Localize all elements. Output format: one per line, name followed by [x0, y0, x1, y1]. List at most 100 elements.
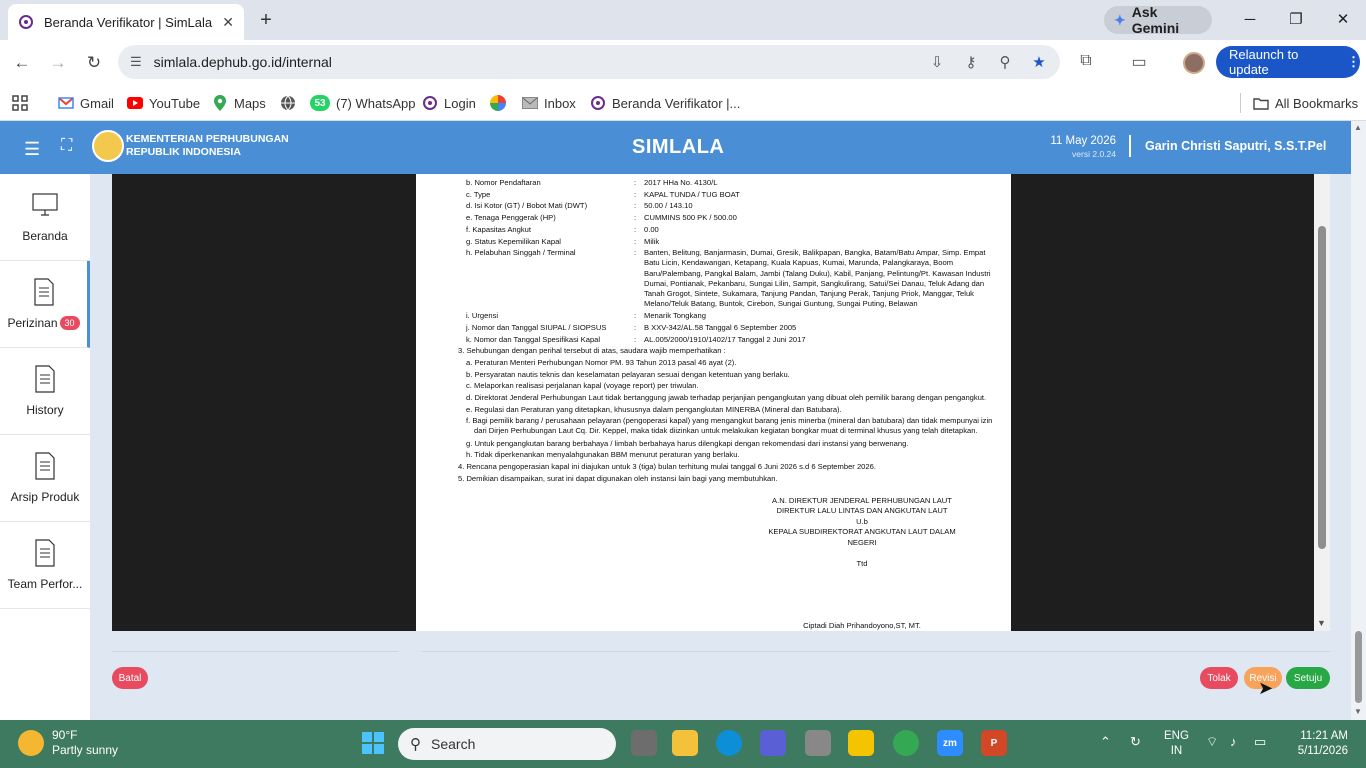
close-tab-icon[interactable]: ✕ [222, 14, 234, 31]
sidebar-item-team-performance[interactable]: Team Perfor... [0, 522, 90, 609]
site-info-icon[interactable]: ☰ [130, 54, 142, 70]
section-4: 4. Rencana pengoperasian kapal ini diaju… [458, 462, 876, 471]
bookmark-whatsapp[interactable]: 53 (7) WhatsApp [310, 93, 415, 113]
camera-icon[interactable] [805, 730, 831, 756]
user-name[interactable]: Garin Christi Saputri, S.S.T.Pel [1145, 139, 1326, 153]
header-date: 11 May 2026 [1050, 135, 1116, 147]
bookmark-login[interactable]: Login [422, 93, 476, 113]
weather-widget[interactable]: 90°F Partly sunny [18, 728, 118, 758]
field-colon: : [634, 213, 637, 222]
wifi-icon[interactable]: ⌔ [1206, 734, 1218, 750]
file-explorer-icon[interactable] [672, 730, 698, 756]
bookmark-maps[interactable]: Maps [212, 93, 266, 113]
batal-button[interactable]: Batal [112, 667, 148, 689]
field-value: 2017 HHa No. 4130/L [644, 178, 718, 187]
viewer-scrollbar[interactable]: ▼ [1314, 174, 1330, 631]
sidebar-item-perizinan[interactable]: Perizinan 30 [0, 261, 90, 348]
cast-icon[interactable]: ▭ [1128, 52, 1150, 72]
field-value: Banten, Belitung, Banjarmasin, Dumai, Gr… [644, 248, 991, 309]
ask-gemini-button[interactable]: ✦ Ask Gemini [1104, 4, 1212, 36]
sidebar-item-label: Perizinan 30 [7, 316, 80, 331]
bookmark-gmail[interactable]: Gmail [58, 93, 114, 113]
install-app-icon[interactable]: ⇩ [928, 53, 946, 71]
powerpoint-icon[interactable]: P [981, 730, 1007, 756]
password-key-icon[interactable]: ⚷ [962, 53, 980, 71]
back-arrow-icon[interactable]: ← [10, 51, 34, 75]
chrome-icon[interactable] [893, 730, 919, 756]
document-icon [33, 277, 54, 306]
zoom-icon[interactable]: ⚲ [996, 53, 1014, 71]
fullscreen-icon[interactable]: ⛶ [61, 137, 72, 155]
sidebar-item-arsip-produk[interactable]: Arsip Produk [0, 435, 90, 522]
bookmark-globe[interactable] [280, 93, 302, 113]
partly-sunny-icon [18, 730, 44, 756]
sidebar-item-label: Team Perfor... [7, 577, 83, 591]
field-colon: : [634, 323, 637, 332]
sticky-notes-icon[interactable] [848, 730, 874, 756]
pinwheel-icon [490, 95, 506, 111]
scroll-down-arrow-icon[interactable]: ▼ [1354, 707, 1362, 716]
zoom-app-icon[interactable]: zm [937, 730, 963, 756]
bookmark-pinwheel[interactable] [490, 93, 512, 113]
apps-grid-icon[interactable] [12, 93, 28, 113]
viewer-scroll-down-icon[interactable]: ▼ [1317, 618, 1326, 628]
sidebar-item-history[interactable]: History [0, 348, 90, 435]
scroll-up-arrow-icon[interactable]: ▲ [1354, 123, 1362, 132]
monitor-icon [32, 193, 58, 216]
obligation-item: a. Peraturan Menteri Perhubungan Nomor P… [466, 358, 737, 367]
task-view-icon[interactable] [631, 730, 657, 756]
all-bookmarks[interactable]: All Bookmarks [1240, 93, 1358, 113]
mouse-pointer-icon: ➤ [1258, 678, 1274, 698]
mail-envelope-icon [522, 95, 538, 111]
language-indicator[interactable]: ENG IN [1164, 729, 1189, 759]
address-bar[interactable]: ☰ simlala.dephub.go.id/internal ⇩ ⚷ ⚲ ★ [118, 45, 1060, 79]
field-key: i. Urgensi [466, 311, 499, 320]
setuju-button[interactable]: Setuju [1286, 667, 1330, 689]
action-bar: Batal Tolak Revisi Setuju [90, 631, 1351, 720]
url-text[interactable]: simlala.dephub.go.id/internal [154, 54, 912, 70]
gemini-star-icon: ✦ [1114, 11, 1126, 28]
sync-icon[interactable]: ↻ [1130, 734, 1141, 750]
taskbar: 90°F Partly sunny ⚲ Search zm P ⌃ ↻ ENG … [0, 720, 1366, 768]
tray-chevron-icon[interactable]: ⌃ [1100, 734, 1111, 750]
app-icon[interactable] [760, 730, 786, 756]
weather-condition: Partly sunny [52, 743, 119, 757]
volume-icon[interactable]: ♪ [1230, 734, 1237, 749]
browser-tab[interactable]: Beranda Verifikator | SimLala ✕ [8, 4, 244, 40]
field-key: j. Nomor dan Tanggal SIUPAL / SIOPSUS [466, 323, 607, 332]
windows-start-icon[interactable] [362, 732, 384, 754]
simlala-favicon-icon [18, 14, 34, 30]
field-value: AL.005/2000/1910/1402/17 Tanggal 2 Juni … [644, 335, 806, 344]
close-window-icon[interactable]: ✕ [1331, 8, 1355, 32]
bookmark-star-icon[interactable]: ★ [1030, 53, 1048, 71]
new-tab-button[interactable]: + [256, 9, 276, 32]
bookmark-youtube[interactable]: YouTube [127, 93, 200, 113]
bookmark-inbox[interactable]: Inbox [522, 93, 576, 113]
forward-arrow-icon[interactable]: → [46, 51, 70, 75]
field-key: d. Isi Kotor (GT) / Bobot Mati (DWT) [466, 201, 588, 210]
battery-icon[interactable]: ▭ [1254, 734, 1266, 750]
divider-line [112, 651, 398, 652]
taskbar-clock[interactable]: 11:21 AM 5/11/2026 [1288, 729, 1348, 759]
field-value: B XXV-342/AL.58 Tanggal 6 September 2005 [644, 323, 797, 332]
youtube-icon [127, 95, 143, 111]
reload-icon[interactable]: ↻ [82, 51, 106, 75]
edge-icon[interactable] [716, 730, 742, 756]
relaunch-button[interactable]: Relaunch to update ⋮ [1216, 46, 1360, 78]
minimize-icon[interactable]: ─ [1238, 8, 1262, 32]
taskbar-search[interactable]: ⚲ Search [398, 728, 616, 760]
maps-pin-icon [212, 95, 228, 111]
profile-avatar[interactable] [1183, 52, 1205, 74]
extensions-icon[interactable]: ⧉ [1075, 52, 1097, 70]
document-icon [35, 452, 55, 480]
field-value: Menarik Tongkang [644, 311, 706, 320]
sidebar-item-beranda[interactable]: Beranda [0, 174, 90, 261]
hamburger-menu-icon[interactable]: ☰ [24, 139, 40, 160]
maximize-icon[interactable]: ❐ [1284, 8, 1308, 32]
bookmark-beranda-verifikator[interactable]: Beranda Verifikator |... [590, 93, 740, 113]
tolak-button[interactable]: Tolak [1200, 667, 1238, 689]
viewer-scroll-thumb[interactable] [1318, 226, 1326, 549]
page-scrollbar[interactable]: ▲ ▼ [1351, 121, 1366, 720]
globe-icon [280, 95, 296, 111]
page-scroll-thumb[interactable] [1355, 631, 1362, 703]
